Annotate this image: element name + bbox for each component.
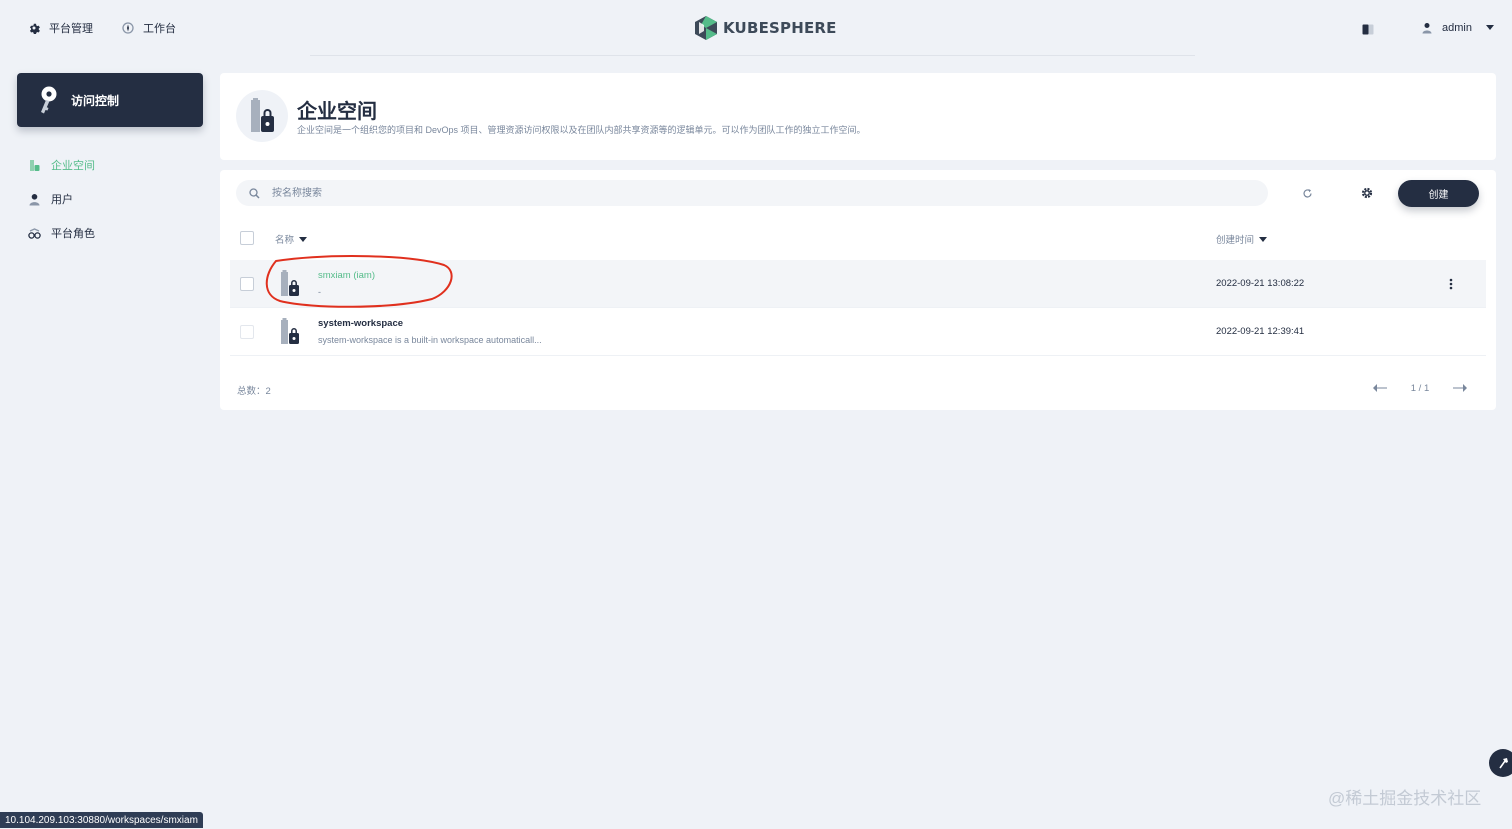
workspace-created-time: 2022-09-21 12:39:41 [1216, 326, 1305, 337]
sidebar-item-workspaces[interactable]: 企业空间 [28, 148, 208, 182]
caret-down-icon [299, 236, 308, 242]
settings-button[interactable] [1358, 184, 1376, 202]
column-header-name[interactable]: 名称 [275, 232, 308, 246]
search-input[interactable] [270, 186, 1224, 200]
sidebar-item-label: 平台角色 [51, 228, 95, 240]
workspace-created-time: 2022-09-21 13:08:22 [1216, 278, 1305, 289]
column-label-name: 名称 [275, 235, 295, 246]
compass-icon [122, 22, 134, 34]
role-icon [28, 227, 41, 239]
sidebar-menu: 企业空间 用户 平台角色 [28, 148, 208, 250]
status-url-bar: 10.104.209.103:30880/workspaces/smxiam [0, 812, 203, 828]
page-header: 企业空间 企业空间是一个组织您的项目和 DevOps 项目、管理资源访问权限以及… [220, 73, 1496, 160]
table-toolbar: 创建 [236, 180, 1480, 207]
workspace-icon [281, 270, 299, 296]
row-checkbox-disabled [240, 325, 254, 339]
arrow-right-icon [1453, 384, 1467, 392]
kubesphere-logo-icon [695, 16, 717, 40]
user-icon [29, 193, 40, 205]
workbench-label: 工作台 [143, 23, 176, 35]
theme-toggle-icon[interactable] [1362, 22, 1374, 40]
caret-down-icon [1259, 236, 1268, 242]
page-description: 企业空间是一个组织您的项目和 DevOps 项目、管理资源访问权限以及在团队内部… [297, 125, 866, 135]
caret-down-icon [1485, 25, 1494, 30]
gear-icon [29, 23, 40, 34]
kubesphere-logo[interactable]: KUBESPHERE [695, 16, 837, 40]
workbench-link[interactable]: 工作台 [122, 19, 176, 37]
refresh-icon [1302, 188, 1312, 197]
search-bar[interactable] [236, 180, 1268, 206]
total-count: 总数：2 [237, 386, 271, 397]
next-page-button[interactable] [1450, 381, 1470, 395]
workspace-name-link[interactable]: smxiam (iam) [318, 270, 375, 281]
table-header: 名称 创建时间 [230, 224, 1486, 252]
username-label: admin [1442, 22, 1472, 34]
tools-float-button[interactable] [1489, 749, 1512, 777]
hammer-icon [1499, 758, 1508, 769]
top-bar: 平台管理 工作台 KUBESPHERE admin [0, 0, 1512, 56]
access-control-title: 访问控制 [71, 93, 120, 108]
workspace-name-link[interactable]: system-workspace [318, 318, 403, 329]
page-title: 企业空间 [297, 101, 377, 123]
sidebar-item-platform-roles[interactable]: 平台角色 [28, 216, 208, 250]
platform-management-label: 平台管理 [49, 23, 93, 35]
column-header-created[interactable]: 创建时间 [1216, 232, 1268, 246]
page-indicator: 1 / 1 [1410, 382, 1430, 394]
refresh-button[interactable] [1298, 184, 1316, 202]
watermark: @稀土掘金技术社区 [1328, 789, 1482, 808]
workspace-description: system-workspace is a built-in workspace… [318, 335, 542, 345]
workspace-table-card: 创建 名称 创建时间 smxiam (iam) - 2022-09-21 13:… [220, 170, 1496, 410]
sidebar-item-label: 企业空间 [51, 160, 95, 172]
table-row[interactable]: smxiam (iam) - 2022-09-21 13:08:22 [230, 260, 1486, 308]
sidebar-item-label: 用户 [51, 194, 73, 206]
workspace-icon [281, 318, 299, 344]
previous-page-button[interactable] [1370, 381, 1390, 395]
workspace-icon [30, 159, 40, 171]
table-row[interactable]: system-workspace system-workspace is a b… [230, 308, 1486, 356]
logo-text: KUBESPHERE [723, 19, 837, 37]
key-icon [41, 86, 57, 114]
create-button[interactable]: 创建 [1398, 180, 1479, 207]
workspace-icon [236, 90, 288, 142]
workspace-description: - [318, 287, 321, 297]
gear-icon [1361, 187, 1373, 199]
access-control-card: 访问控制 [17, 73, 203, 127]
select-all-checkbox[interactable] [240, 231, 254, 245]
row-checkbox[interactable] [240, 277, 254, 291]
column-label-created: 创建时间 [1216, 235, 1255, 246]
user-menu[interactable]: admin [1421, 19, 1495, 37]
more-vertical-icon [1449, 278, 1453, 290]
arrow-left-icon [1373, 384, 1387, 392]
search-icon [249, 187, 260, 199]
more-actions-button[interactable] [1446, 276, 1456, 292]
user-icon [1422, 23, 1432, 34]
topbar-divider [310, 55, 1195, 56]
sidebar-item-users[interactable]: 用户 [28, 182, 208, 216]
platform-management-link[interactable]: 平台管理 [28, 19, 93, 37]
pagination: 1 / 1 [1370, 380, 1470, 396]
